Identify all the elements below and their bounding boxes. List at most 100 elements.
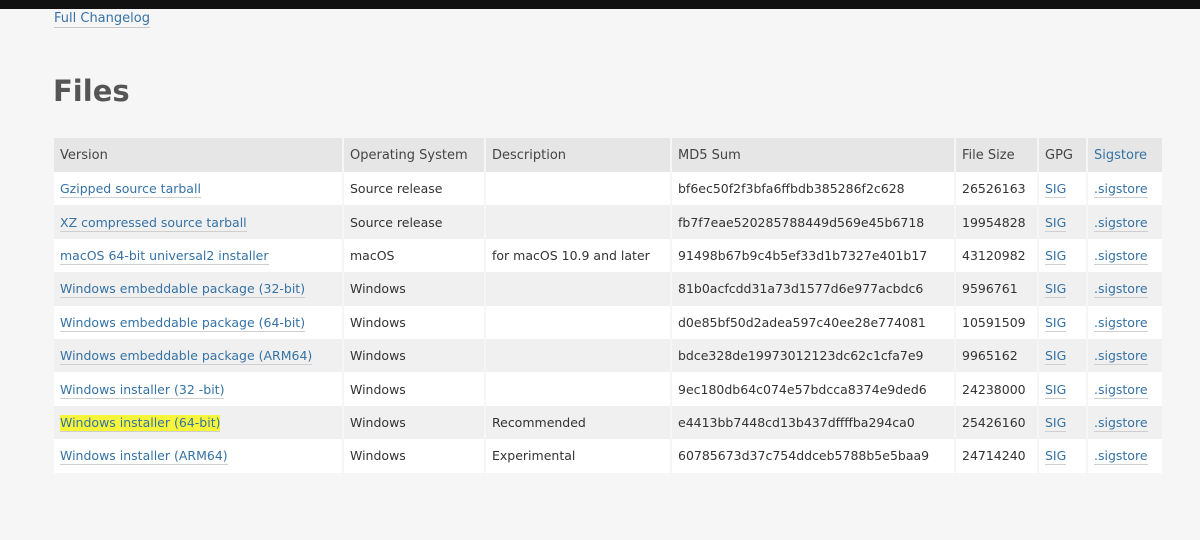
gpg-sig-link[interactable]: SIG [1045,214,1067,232]
file-size-cell: 24238000 [956,372,1037,406]
version-cell: Gzipped source tarball [54,172,342,206]
md5-cell: bdce328de19973012123dc62c1cfa7e9 [672,338,954,373]
version-link[interactable]: XZ compressed source tarball [60,214,247,232]
file-size-cell: 10591509 [956,305,1037,339]
gpg-sig-link[interactable]: SIG [1045,281,1067,299]
sigstore-link[interactable]: .sigstore [1094,247,1148,265]
description-cell: Recommended [486,405,670,440]
file-size-cell: 43120982 [956,238,1037,273]
file-size-cell: 26526163 [956,172,1037,206]
description-cell [486,372,670,406]
os-cell: Windows [344,305,484,339]
table-row: Windows embeddable package (ARM64) Window… [54,338,1162,373]
sigstore-link[interactable]: .sigstore [1094,214,1148,232]
header-sigstore-link[interactable]: Sigstore [1088,138,1162,172]
description-cell [486,305,670,339]
sigstore-link[interactable]: .sigstore [1094,348,1148,366]
os-cell: Windows [344,439,484,473]
sigstore-cell: .sigstore [1088,272,1162,306]
sigstore-cell: .sigstore [1088,372,1162,406]
sigstore-cell: .sigstore [1088,439,1162,473]
file-size-cell: 24714240 [956,439,1037,473]
description-cell [486,172,670,206]
header-version: Version [54,138,342,172]
sigstore-link[interactable]: .sigstore [1094,281,1148,299]
header-file-size: File Size [956,138,1037,172]
header-operating-system: Operating System [344,138,484,172]
os-cell: Source release [344,205,484,239]
md5-cell: 81b0acfcdd31a73d1577d6e977acbdc6 [672,272,954,306]
gpg-sig-cell: SIG [1039,238,1086,273]
os-cell: Windows [344,405,484,440]
gpg-sig-cell: SIG [1039,372,1086,406]
header-md5-sum: MD5 Sum [672,138,954,172]
description-cell [486,272,670,306]
table-row: Gzipped source tarball Source release bf6e… [54,172,1162,206]
table-row: macOS 64-bit universal2 installer macOS fo… [54,238,1162,273]
version-link[interactable]: macOS 64-bit universal2 installer [60,247,269,265]
version-link[interactable]: Gzipped source tarball [60,181,201,199]
version-cell: Windows installer (64-bit) [54,405,342,440]
os-cell: Windows [344,338,484,373]
table-header-row: Version Operating System Description MD5… [54,138,1162,172]
version-link[interactable]: Windows embeddable package (ARM64) [60,348,313,366]
version-cell: Windows embeddable package (32-bit) [54,272,342,306]
md5-cell: d0e85bf50d2adea597c40ee28e774081 [672,305,954,339]
sigstore-cell: .sigstore [1088,305,1162,339]
os-cell: Windows [344,272,484,306]
os-cell: Windows [344,372,484,406]
version-link[interactable]: Windows embeddable package (64-bit) [60,314,306,332]
gpg-sig-link[interactable]: SIG [1045,348,1067,366]
files-table: Version Operating System Description MD5… [52,138,1164,473]
sigstore-cell: .sigstore [1088,338,1162,373]
file-size-cell: 19954828 [956,205,1037,239]
sigstore-cell: .sigstore [1088,238,1162,273]
gpg-sig-cell: SIG [1039,305,1086,339]
os-cell: macOS [344,238,484,273]
header-description: Description [486,138,670,172]
sigstore-link[interactable]: .sigstore [1094,314,1148,332]
sigstore-link[interactable]: .sigstore [1094,414,1148,432]
sigstore-link[interactable]: .sigstore [1094,381,1148,399]
files-table-body: Gzipped source tarball Source release bf6e… [54,172,1162,473]
description-cell [486,338,670,373]
description-cell: for macOS 10.9 and later [486,238,670,273]
md5-cell: 9ec180db64c074e57bdcca8374e9ded6 [672,372,954,406]
file-size-cell: 9965162 [956,338,1037,373]
sigstore-cell: .sigstore [1088,205,1162,239]
description-cell: Experimental [486,439,670,473]
os-cell: Source release [344,172,484,206]
md5-cell: bf6ec50f2f3bfa6ffbdb385286f2c628 [672,172,954,206]
gpg-sig-link[interactable]: SIG [1045,448,1067,466]
gpg-sig-link[interactable]: SIG [1045,181,1067,199]
gpg-sig-link[interactable]: SIG [1045,247,1067,265]
gpg-sig-cell: SIG [1039,205,1086,239]
version-link[interactable]: Windows embeddable package (32-bit) [60,281,306,299]
full-changelog-link[interactable]: Full Changelog [54,11,150,28]
version-cell: XZ compressed source tarball [54,205,342,239]
version-cell: Windows embeddable package (64-bit) [54,305,342,339]
gpg-sig-link[interactable]: SIG [1045,381,1067,399]
version-cell: Windows embeddable package (ARM64) [54,338,342,373]
version-link[interactable]: Windows installer (64-bit) [60,414,221,432]
gpg-sig-cell: SIG [1039,439,1086,473]
gpg-sig-link[interactable]: SIG [1045,414,1067,432]
sigstore-link[interactable]: .sigstore [1094,181,1148,199]
table-row: Windows embeddable package (32-bit) Windo… [54,272,1162,306]
description-cell [486,205,670,239]
sigstore-link[interactable]: .sigstore [1094,448,1148,466]
table-row: XZ compressed source tarball Source relea… [54,205,1162,239]
version-link[interactable]: Windows installer (ARM64) [60,448,228,466]
md5-cell: 91498b67b9c4b5ef33d1b7327e401b17 [672,238,954,273]
top-bar [0,0,1200,9]
version-link[interactable]: Windows installer (32 -bit) [60,381,225,399]
version-cell: Windows installer (ARM64) [54,439,342,473]
sigstore-cell: .sigstore [1088,172,1162,206]
table-row: Windows embeddable package (64-bit) Windo… [54,305,1162,339]
gpg-sig-cell: SIG [1039,338,1086,373]
gpg-sig-link[interactable]: SIG [1045,314,1067,332]
gpg-sig-cell: SIG [1039,272,1086,306]
version-cell: Windows installer (32 -bit) [54,372,342,406]
file-size-cell: 25426160 [956,405,1037,440]
md5-cell: fb7f7eae520285788449d569e45b6718 [672,205,954,239]
